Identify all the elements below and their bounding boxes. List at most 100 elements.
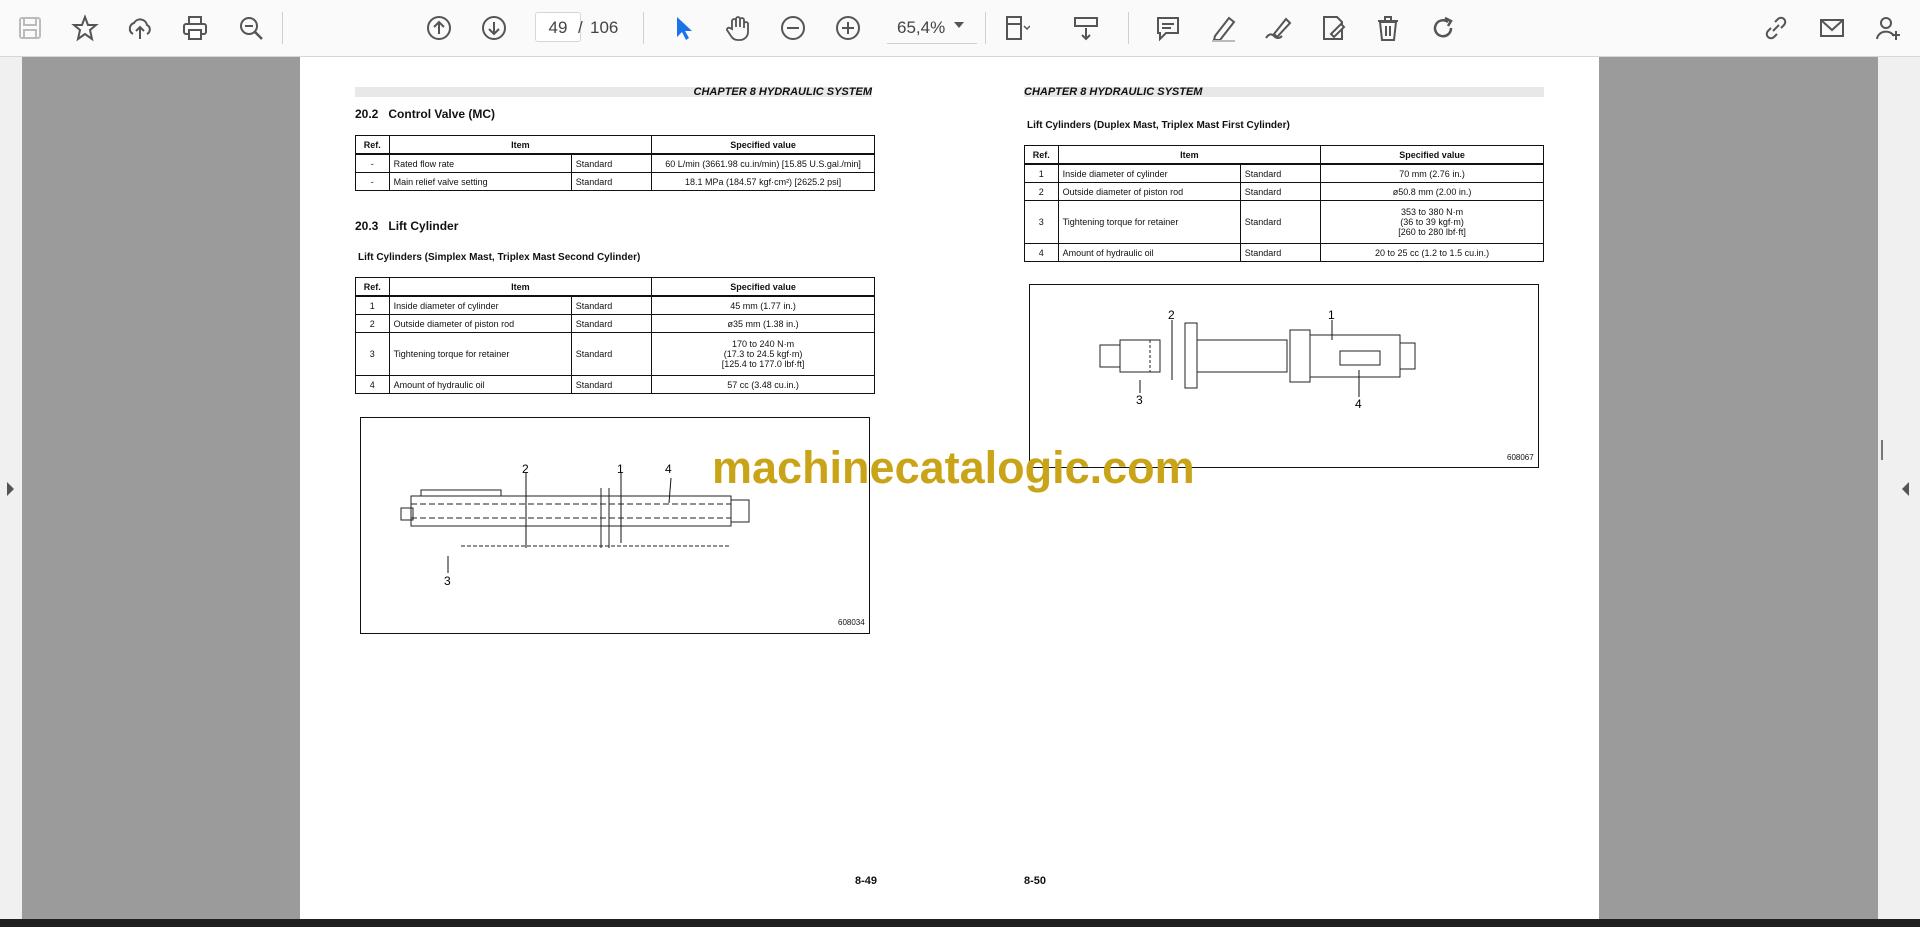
callout-label: 3 [444,574,451,588]
page-number-input[interactable]: 49 [535,12,581,42]
column-header: Specified value [651,135,875,155]
page-up-icon[interactable] [421,10,457,46]
cell-line: [125.4 to 177.0 lbf·ft] [721,359,805,369]
column-header: Specified value [651,277,875,297]
table-cell: Standard [570,314,653,333]
table-cell: Inside diameter of cylinder [1057,163,1241,183]
table-cell: Standard [570,172,653,191]
section-heading: 20.2 Control Valve (MC) [355,107,495,121]
right-panel-collapsed[interactable] [1878,57,1920,919]
table-cell: ø35 mm (1.38 in.) [651,314,875,333]
rotate-icon[interactable] [1425,10,1461,46]
table-cell: Standard [1239,182,1322,201]
select-cursor-icon[interactable] [665,10,701,46]
table-cell: Standard [570,153,653,173]
table-caption: Lift Cylinders (Simplex Mast, Triplex Ma… [358,252,641,263]
chevron-right-icon[interactable] [7,482,14,496]
comment-icon[interactable] [1150,10,1186,46]
upload-cloud-icon[interactable] [122,10,158,46]
section-title: Lift Cylinder [388,219,459,233]
table-cell: 60 L/min (3661.98 cu.in/min) [15.85 U.S.… [651,153,875,173]
mail-icon[interactable] [1814,10,1850,46]
table-caption: Lift Cylinders (Duplex Mast, Triplex Mas… [1027,120,1290,131]
edit-pdf-icon[interactable] [1315,10,1351,46]
table-cell: 1 [355,295,390,315]
table-cell: Main relief valve setting [388,172,572,191]
zoom-in-icon[interactable] [830,10,866,46]
chapter-header: CHAPTER 8 HYDRAULIC SYSTEM [355,87,872,98]
print-icon[interactable] [177,10,213,46]
bookmark-star-icon[interactable] [67,10,103,46]
table-cell: Standard [1239,243,1322,262]
add-user-icon[interactable] [1870,10,1906,46]
table-row: 4 Amount of hydraulic oil Standard 57 cc (3… [355,375,875,394]
table-cell: Tightening torque for retainer [1057,200,1241,244]
column-header: Item [388,277,653,297]
cell-line: (17.3 to 24.5 kgf·m) [723,349,803,359]
table-cell: Standard [570,375,653,394]
divider [643,12,644,44]
toolbar: 49 / 106 65,4% [0,0,1920,57]
chevron-down-icon[interactable] [954,22,964,28]
callout-label: 1 [617,462,624,476]
column-header: Ref. [1024,145,1059,165]
scrollbar-thumb[interactable] [1881,440,1883,460]
figure-code: 608034 [838,618,865,627]
table-cell: Inside diameter of cylinder [388,295,572,315]
column-header: Ref. [355,135,390,155]
page-down-icon[interactable] [476,10,512,46]
section-title: Control Valve (MC) [388,107,496,121]
column-header: Specified value [1320,145,1544,165]
callout-label: 2 [522,462,529,476]
table-row: 4 Amount of hydraulic oil Standard 20 to 25… [1024,243,1544,262]
cell-line: [260 to 280 lbf·ft] [1398,227,1466,237]
table-row: 3 Tightening torque for retainer Standard 1… [355,332,875,376]
horizontal-scrollbar[interactable] [0,919,1920,927]
sign-icon[interactable] [1260,10,1296,46]
table-cell: Amount of hydraulic oil [1057,243,1241,262]
cylinder-drawing [1099,320,1416,397]
table-cell: 57 cc (3.48 cu.in.) [651,375,875,394]
section-number: 20.3 [355,219,379,233]
highlight-pen-icon[interactable] [1205,10,1241,46]
page-total: 106 [590,18,619,37]
trash-icon[interactable] [1370,10,1406,46]
cell-line: 353 to 380 N·m [1401,207,1464,217]
callout-label: 4 [665,462,672,476]
table-cell: 70 mm (2.76 in.) [1320,163,1544,183]
callout-label: 1 [1328,308,1335,322]
chevron-left-icon[interactable] [1902,482,1909,496]
hand-pan-icon[interactable] [720,10,756,46]
page-separator: / [578,18,583,37]
zoom-search-icon[interactable] [233,10,269,46]
column-header: Ref. [355,277,390,297]
callout-label: 2 [1168,308,1175,322]
table-cell: - [355,172,390,191]
table-cell: Outside diameter of piston rod [1057,182,1241,201]
left-panel-collapsed[interactable] [0,57,22,919]
save-icon[interactable] [12,10,48,46]
table-row: 2 Outside diameter of piston rod Standard ø… [355,314,875,333]
figure-code: 608067 [1507,453,1534,462]
page-number: 8-49 [855,875,878,887]
spec-table: Ref. Item Specified value 1 Inside diameter… [355,277,875,394]
share-link-icon[interactable] [1758,10,1794,46]
scroll-mode-icon[interactable] [1068,10,1104,46]
divider [1128,12,1129,44]
fit-page-icon[interactable] [998,10,1034,46]
table-row: 3 Tightening torque for retainer Standard 3… [1024,200,1544,244]
cell-line: 170 to 240 N·m [732,339,795,349]
zoom-out-icon[interactable] [775,10,811,46]
cylinder-diagram: 2 1 3 4 608067 [1029,284,1539,468]
table-cell: - [355,153,390,173]
table-cell: 45 mm (1.77 in.) [651,295,875,315]
table-cell: 1 [1024,163,1059,183]
chapter-header: CHAPTER 8 HYDRAULIC SYSTEM [1024,87,1544,98]
section-number: 20.2 [355,107,379,121]
table-cell: Tightening torque for retainer [388,332,572,376]
table-cell: 4 [355,375,390,394]
spec-table: Ref. Item Specified value - Rated flow rate… [355,135,875,191]
zoom-level-select[interactable]: 65,4% [887,12,977,44]
table-cell: Amount of hydraulic oil [388,375,572,394]
table-cell: Standard [1239,163,1322,183]
